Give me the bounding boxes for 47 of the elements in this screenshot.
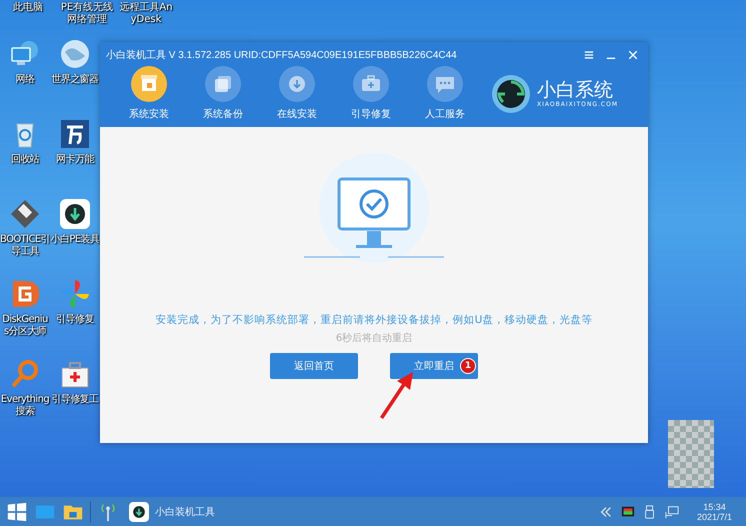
desktop-icon-label[interactable]: PE有线无线网络管理 [56,2,118,26]
countdown-text: 6秒后将自动重启 [336,332,412,345]
backup-icon [205,66,241,102]
close-icon[interactable] [628,50,638,60]
taskbar-app-button[interactable]: 小白装机工具 [125,502,219,522]
window-title: 小白装机工具 V 3.1.572.285 URID:CDFF5A594C09E191E5FBBB5B226C4C44 [106,48,457,62]
nav-tab[interactable]: 在线安装 [264,66,330,121]
display-icon[interactable] [620,504,635,518]
home-button[interactable]: 返回首页 [270,353,358,379]
globe-icon[interactable] [59,38,91,70]
nav-tab[interactable]: 人工服务 [412,66,478,121]
wan-icon[interactable] [59,118,91,150]
desktop-icon-label[interactable]: 引导修复工 [50,394,100,406]
clock-date[interactable]: 2021/7/1 [696,512,732,522]
nav-tab[interactable]: 系统备份 [190,66,256,121]
xiaobai-icon [129,502,149,522]
desktop-icon-label[interactable]: 网卡万能 [50,154,100,166]
desktop-icon-label[interactable]: 远程工具AnyDesk [118,2,174,26]
usb-icon[interactable] [642,504,657,518]
desktop-icon-label[interactable]: Everything搜索 [0,394,50,418]
nav-tab[interactable]: 系统安装 [116,66,182,121]
service-icon [427,66,463,102]
pinwheel-icon[interactable] [59,278,91,310]
desktop-icon-label[interactable]: BOOTICE引导工具 [0,234,50,258]
desktop-icon-label[interactable]: 世界之窗器 [50,74,100,86]
desktop-icon-label[interactable]: 网络 [0,74,50,86]
menu-icon[interactable] [584,50,594,60]
install-icon [131,66,167,102]
install-complete-message: 安装完成，为了不影响系统部署，重启前请将外接设备拔掉，例如U盘，移动硬盘，光盘等 [156,313,592,327]
network-icon[interactable] [664,504,679,518]
xiaobai-icon[interactable] [59,198,91,230]
desktop-icon-label[interactable]: 回收站 [0,154,50,166]
chevron-left-icon[interactable] [598,504,613,518]
step-badge: 1 [460,358,476,374]
desktop-icon-label[interactable]: 引导修复 [50,314,100,326]
pixelated-image-placeholder [668,420,714,488]
restart-button[interactable]: 立即重启 1 [390,353,478,379]
desktop-icon-label[interactable]: 此电脑 [0,2,56,26]
nav-tab[interactable]: 引导修复 [338,66,404,121]
clock-time[interactable]: 15:34 [703,502,726,512]
desktop-icon-label[interactable]: DiskGenius分区大师 [0,314,50,338]
logo-icon [491,74,531,114]
windows-start-icon[interactable] [6,500,28,522]
online-icon [279,66,315,102]
logo-name: 小白系统 [537,79,614,101]
repair-icon [353,66,389,102]
desktop-icon-label[interactable]: 小白PE装具 [50,234,100,246]
